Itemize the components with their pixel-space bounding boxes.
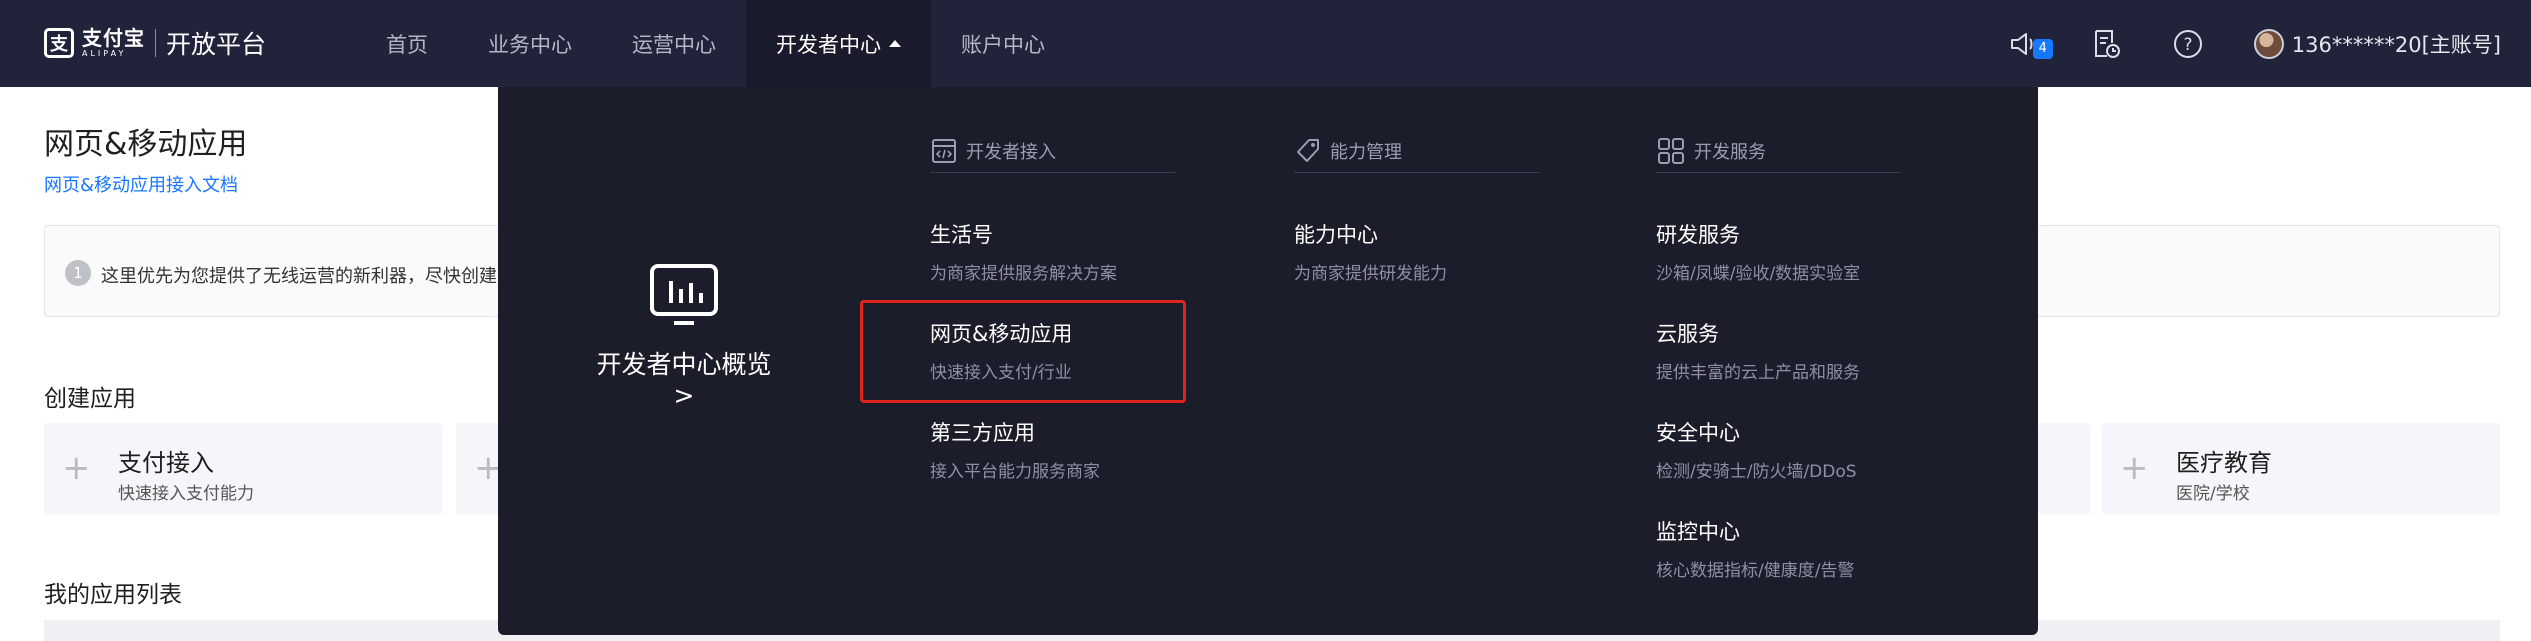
help-button[interactable]: ? bbox=[2172, 28, 2204, 60]
menu-item-title: 生活号 bbox=[930, 223, 993, 247]
menu-item-subtitle: 接入平台能力服务商家 bbox=[930, 462, 1100, 482]
monitor-chart-icon bbox=[650, 264, 718, 325]
menu-item-title: 安全中心 bbox=[1656, 421, 1740, 445]
nav-item-label: 业务中心 bbox=[488, 32, 572, 57]
notice-text: 这里优先为您提供了无线运营的新利器，尽快创建 bbox=[101, 266, 497, 287]
page-title: 网页&移动应用 bbox=[44, 127, 248, 162]
menu-item-monitoring-center[interactable]: 监控中心 核心数据指标/健康度/告警 bbox=[1656, 516, 1854, 581]
nav-item-home[interactable]: 首页 bbox=[356, 0, 458, 87]
nav-item-label: 首页 bbox=[386, 32, 428, 57]
brand-logo[interactable]: 支 支付宝 ALIPAY 开放平台 bbox=[44, 22, 266, 64]
create-card-payment[interactable]: + 支付接入 快速接入支付能力 bbox=[44, 423, 442, 515]
question-circle-icon: ? bbox=[2173, 29, 2202, 58]
alipay-wordmark: 支付宝 ALIPAY bbox=[82, 28, 145, 58]
menu-item-title: 能力中心 bbox=[1294, 223, 1378, 247]
nav-item-account[interactable]: 账户中心 bbox=[931, 0, 1075, 87]
logo-cn: 支付宝 bbox=[82, 26, 145, 50]
menu-item-subtitle: 沙箱/凤蝶/验收/数据实验室 bbox=[1656, 264, 1861, 284]
document-clock-icon bbox=[2094, 29, 2120, 58]
account-name: 136******20[主账号] bbox=[2291, 32, 2501, 57]
nav-item-operations[interactable]: 运营中心 bbox=[602, 0, 746, 87]
code-doc-icon bbox=[932, 138, 956, 163]
menu-item-life-account[interactable]: 生活号 为商家提供服务解决方案 bbox=[930, 219, 1117, 284]
app-list-title: 我的应用列表 bbox=[44, 582, 182, 608]
developer-center-dropdown: 开发者中心概览 > 开发者接入 生活号 为商家提供服务解决方案 网页&移动应用 … bbox=[498, 87, 2038, 635]
menu-item-security-center[interactable]: 安全中心 检测/安骑士/防火墙/DDoS bbox=[1656, 417, 1857, 482]
overview-label: 开发者中心概览 > bbox=[596, 350, 772, 410]
column-heading: 开发者接入 bbox=[930, 137, 1175, 173]
nav-item-label: 账户中心 bbox=[961, 32, 1045, 57]
nav-item-label: 运营中心 bbox=[632, 32, 716, 57]
top-right-tools: 4 ? 136******20[主账号] bbox=[1958, 0, 2501, 87]
avatar bbox=[2253, 28, 2284, 59]
menu-item-subtitle: 为商家提供服务解决方案 bbox=[930, 264, 1117, 284]
create-card-partial-right[interactable] bbox=[2038, 423, 2090, 515]
platform-name: 开放平台 bbox=[166, 30, 267, 59]
nav-item-business[interactable]: 业务中心 bbox=[458, 0, 602, 87]
card-title: 医疗教育 bbox=[2176, 449, 2272, 477]
plus-icon: + bbox=[2120, 448, 2149, 488]
menu-item-rd-services[interactable]: 研发服务 沙箱/凤蝶/验收/数据实验室 bbox=[1656, 219, 1860, 284]
menu-item-title: 研发服务 bbox=[1656, 223, 1740, 247]
column-heading-label: 能力管理 bbox=[1330, 141, 1402, 163]
column-developer-access: 开发者接入 bbox=[930, 137, 1175, 173]
menu-item-title: 云服务 bbox=[1656, 322, 1719, 346]
doc-link[interactable]: 网页&移动应用接入文档 bbox=[44, 171, 238, 197]
logo-en: ALIPAY bbox=[82, 49, 127, 58]
nav-item-developer-center[interactable]: 开发者中心 bbox=[746, 0, 931, 87]
menu-item-capability-center[interactable]: 能力中心 为商家提供研发能力 bbox=[1294, 219, 1447, 284]
column-capability-management: 能力管理 bbox=[1294, 137, 1539, 173]
main-nav: 首页 业务中心 运营中心 开发者中心 账户中心 bbox=[356, 0, 1075, 87]
card-subtitle: 快速接入支付能力 bbox=[118, 484, 254, 504]
svg-text:?: ? bbox=[2183, 35, 2192, 55]
card-title: 支付接入 bbox=[118, 449, 214, 477]
nav-item-label: 开发者中心 bbox=[776, 32, 881, 57]
brand-divider bbox=[155, 29, 156, 57]
tag-icon bbox=[1297, 138, 1319, 162]
menu-item-third-party-app[interactable]: 第三方应用 接入平台能力服务商家 bbox=[930, 417, 1100, 482]
plus-icon: + bbox=[62, 448, 91, 488]
account-menu[interactable]: 136******20[主账号] bbox=[2253, 28, 2501, 59]
info-icon: 1 bbox=[65, 260, 91, 286]
card-subtitle: 医院/学校 bbox=[2176, 484, 2250, 504]
column-heading: 开发服务 bbox=[1656, 137, 1901, 173]
caret-up-icon bbox=[889, 40, 901, 47]
column-heading: 能力管理 bbox=[1294, 137, 1539, 173]
task-record-button[interactable] bbox=[2090, 28, 2122, 60]
menu-item-title: 监控中心 bbox=[1656, 520, 1740, 544]
notification-button[interactable]: 4 bbox=[2008, 29, 2053, 59]
notification-count-badge: 4 bbox=[2032, 38, 2053, 59]
column-heading-label: 开发者接入 bbox=[966, 141, 1056, 163]
menu-item-subtitle: 为商家提供研发能力 bbox=[1294, 264, 1447, 284]
top-navigation-bar: 支 支付宝 ALIPAY 开放平台 首页 业务中心 运营中心 开发者中心 账户中… bbox=[0, 0, 2531, 87]
create-app-title: 创建应用 bbox=[44, 386, 136, 412]
menu-item-title: 第三方应用 bbox=[930, 421, 1035, 445]
menu-item-subtitle: 提供丰富的云上产品和服务 bbox=[1656, 363, 1860, 383]
menu-item-cloud-services[interactable]: 云服务 提供丰富的云上产品和服务 bbox=[1656, 318, 1860, 383]
column-developer-services: 开发服务 bbox=[1656, 137, 1901, 173]
highlight-box bbox=[860, 300, 1186, 403]
column-heading-label: 开发服务 bbox=[1694, 141, 1766, 163]
developer-center-overview-link[interactable]: 开发者中心概览 > bbox=[584, 263, 784, 410]
menu-item-subtitle: 检测/安骑士/防火墙/DDoS bbox=[1656, 462, 1857, 482]
grid-icon bbox=[1658, 137, 1684, 164]
create-card-medical-education[interactable]: + 医疗教育 医院/学校 bbox=[2102, 423, 2500, 515]
alipay-logo-icon: 支 bbox=[44, 28, 74, 58]
menu-item-subtitle: 核心数据指标/健康度/告警 bbox=[1656, 561, 1855, 581]
